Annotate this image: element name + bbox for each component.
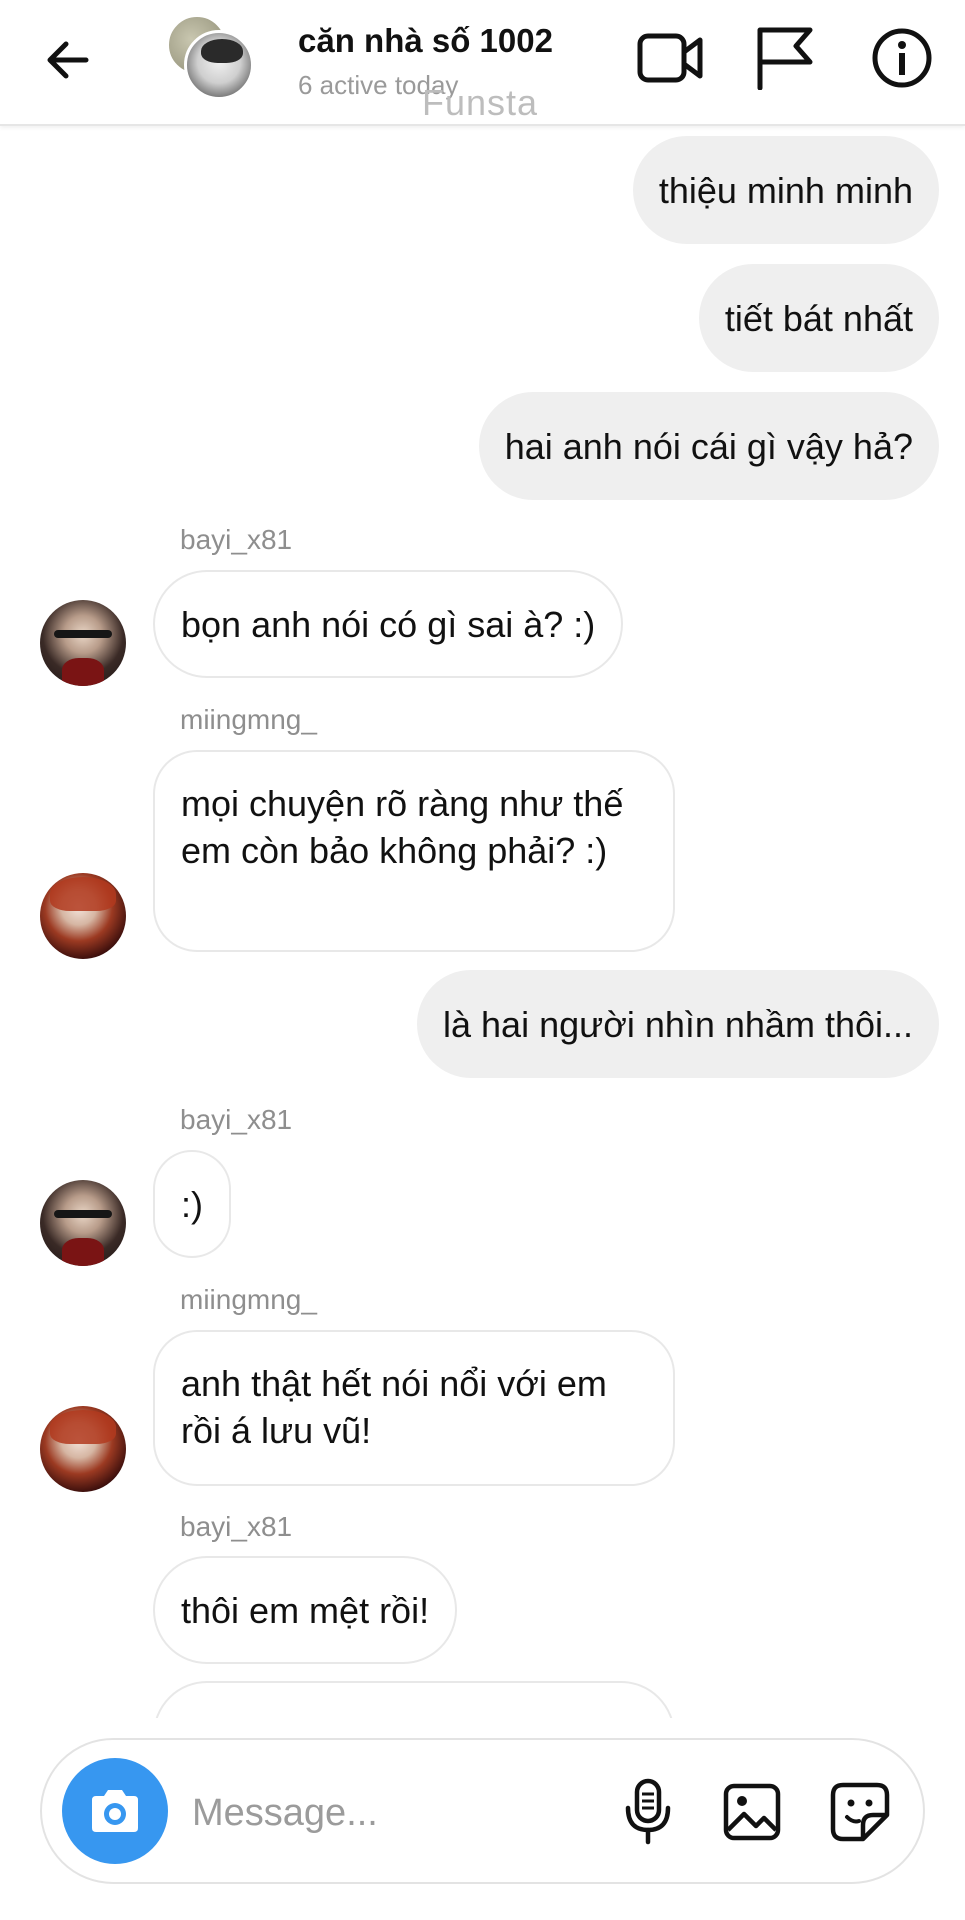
video-camera-icon: [637, 33, 703, 83]
avatar[interactable]: [40, 1180, 126, 1266]
sticker-icon: [830, 1782, 890, 1842]
message-text: mọi chuyện rõ ràng như thế em còn bảo kh…: [181, 783, 624, 871]
sender-name: bayi_x81: [180, 1104, 293, 1135]
message-text: thôi em mệt rồi!: [181, 1589, 430, 1631]
group-avatar[interactable]: [166, 14, 256, 104]
message-bubble-incoming-partial[interactable]: [153, 1681, 675, 1718]
info-icon: [872, 28, 932, 88]
voice-message-button[interactable]: [610, 1774, 686, 1850]
message-text: :): [181, 1183, 203, 1225]
message-text: bọn anh nói có gì sai à? :): [181, 603, 596, 645]
message-bubble-outgoing[interactable]: hai anh nói cái gì vậy hả?: [478, 392, 939, 500]
message-bubble-incoming[interactable]: thôi em mệt rồi!: [153, 1556, 458, 1664]
message-bubble-incoming[interactable]: anh thật hết nói nổi với em rồi á lưu vũ…: [153, 1330, 675, 1486]
flag-icon: [757, 27, 813, 90]
message-text: hai anh nói cái gì vậy hả?: [504, 425, 913, 467]
avatar[interactable]: [40, 600, 126, 686]
message-text: là hai người nhìn nhầm thôi...: [443, 1003, 913, 1045]
message-input[interactable]: [192, 1778, 622, 1848]
message-bubble-outgoing[interactable]: thiệu minh minh: [632, 136, 939, 244]
message-text: tiết bát nhất: [724, 297, 913, 339]
info-button[interactable]: [866, 22, 938, 94]
chat-header: căn nhà số 1002 6 active today Funsta: [0, 0, 965, 126]
avatar[interactable]: [40, 1406, 126, 1492]
arrow-left-icon: [47, 41, 89, 79]
message-bubble-incoming[interactable]: bọn anh nói có gì sai à? :): [153, 570, 624, 678]
video-call-button[interactable]: [634, 22, 706, 94]
camera-button[interactable]: [62, 1758, 168, 1864]
sticker-button[interactable]: [822, 1774, 898, 1850]
message-bubble-outgoing[interactable]: là hai người nhìn nhầm thôi...: [417, 970, 939, 1078]
sender-name: bayi_x81: [180, 524, 293, 555]
avatar[interactable]: [40, 873, 126, 959]
sender-name: miingmng_: [180, 704, 317, 735]
report-button[interactable]: [748, 22, 820, 94]
sender-name: bayi_x81: [180, 1511, 293, 1542]
sender-name: miingmng_: [180, 1284, 317, 1315]
message-composer: [40, 1738, 925, 1884]
message-bubble-incoming[interactable]: :): [153, 1150, 231, 1258]
message-bubble-outgoing[interactable]: tiết bát nhất: [698, 264, 939, 372]
gallery-button[interactable]: [714, 1774, 790, 1850]
watermark: Funsta: [422, 82, 539, 123]
message-text: anh thật hết nói nổi với em rồi á lưu vũ…: [181, 1363, 607, 1451]
image-icon: [723, 1783, 781, 1841]
back-button[interactable]: [38, 30, 98, 90]
message-thread[interactable]: thiệu minh minh tiết bát nhất hai anh nó…: [0, 128, 965, 1718]
microphone-icon: [625, 1778, 671, 1845]
group-avatar-front: [184, 30, 254, 100]
chat-title[interactable]: căn nhà số 1002: [298, 22, 553, 60]
camera-icon: [92, 1790, 138, 1832]
message-bubble-incoming[interactable]: mọi chuyện rõ ràng như thế em còn bảo kh…: [153, 750, 675, 952]
message-text: thiệu minh minh: [658, 169, 913, 211]
